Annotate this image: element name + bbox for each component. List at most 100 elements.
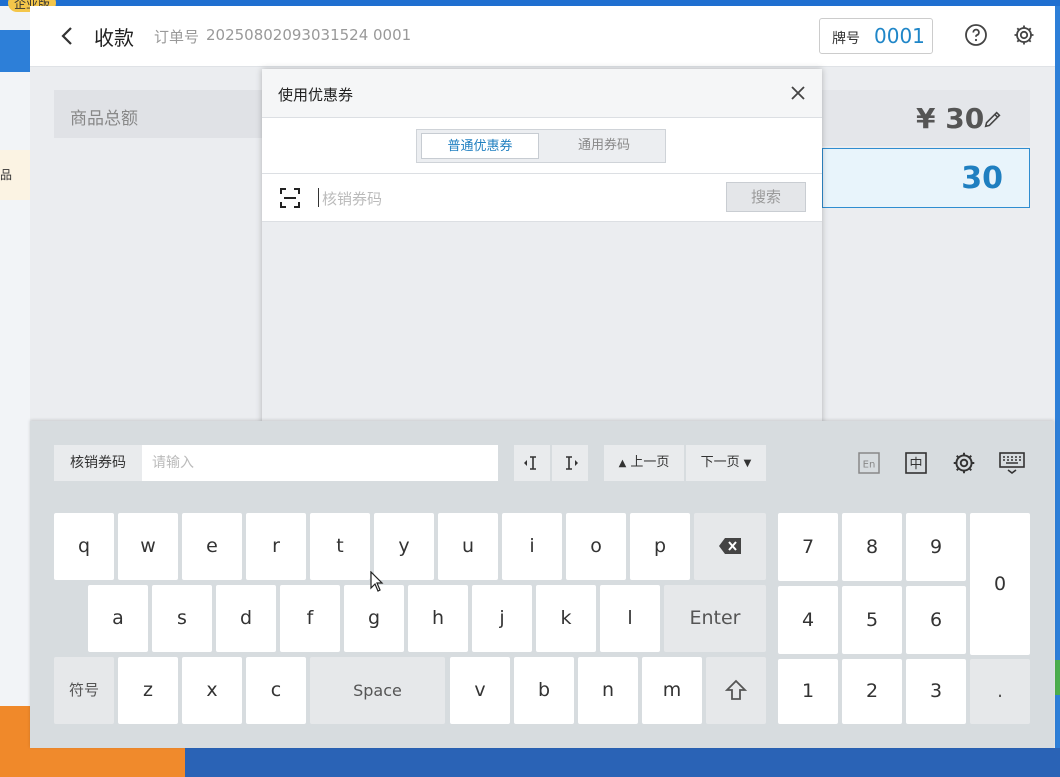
chinese-mode-icon[interactable]: 中 — [903, 450, 929, 476]
cursor-right-button[interactable] — [552, 445, 588, 481]
key-n-label: n — [601, 679, 615, 701]
coupon-tabs: 普通优惠券 通用券码 — [416, 129, 666, 163]
search-button[interactable]: 搜索 — [726, 182, 806, 212]
key-z[interactable]: z — [118, 657, 178, 724]
tab-general-code[interactable]: 通用券码 — [545, 133, 663, 159]
english-mode-icon[interactable]: En — [856, 450, 882, 476]
key-m[interactable]: m — [642, 657, 702, 724]
numpad-key-8[interactable]: 8 — [842, 513, 902, 581]
key-k-label: k — [560, 607, 572, 629]
key-e[interactable]: e — [182, 513, 242, 580]
key-f[interactable]: f — [280, 585, 340, 652]
key-s[interactable]: s — [152, 585, 212, 652]
key-x[interactable]: x — [182, 657, 242, 724]
background-left-orange — [0, 706, 30, 777]
key-l-label: l — [627, 607, 633, 629]
cursor-right-icon — [566, 456, 578, 470]
key-r-label: r — [272, 535, 280, 557]
key-l[interactable]: l — [600, 585, 660, 652]
help-icon[interactable] — [964, 23, 988, 47]
back-icon[interactable] — [56, 24, 80, 48]
key-y[interactable]: y — [374, 513, 434, 580]
numpad-key-2-label: 2 — [865, 680, 879, 702]
background-left-item: 品 — [0, 150, 30, 200]
numpad-key-0[interactable]: 0 — [970, 513, 1030, 655]
key-k[interactable]: k — [536, 585, 596, 652]
key-q-label: q — [77, 535, 91, 557]
triangle-up-icon: ▲ — [618, 458, 627, 469]
coupon-code-input[interactable] — [320, 184, 704, 213]
key-r[interactable]: r — [246, 513, 306, 580]
numpad-key-2[interactable]: 2 — [842, 659, 902, 724]
mouse-cursor-icon — [370, 571, 384, 592]
key-i[interactable]: i — [502, 513, 562, 580]
key-p[interactable]: p — [630, 513, 690, 580]
shift-icon — [724, 679, 748, 700]
keyboard-settings-icon[interactable] — [951, 450, 977, 476]
key-w-label: w — [140, 535, 156, 557]
key-u[interactable]: u — [438, 513, 498, 580]
prev-page-button[interactable]: ▲ 上一页 — [604, 445, 684, 481]
cursor-left-button[interactable] — [514, 445, 550, 481]
coupon-search-row: 搜索 — [262, 174, 822, 222]
numpad-key-1[interactable]: 1 — [778, 659, 838, 724]
key-g-label: g — [367, 607, 381, 629]
edit-icon[interactable] — [982, 108, 1004, 130]
enter-key[interactable]: Enter — [664, 585, 766, 652]
key-v[interactable]: v — [450, 657, 510, 724]
tab-normal-coupon[interactable]: 普通优惠券 — [421, 133, 539, 159]
key-j[interactable]: j — [472, 585, 532, 652]
received-amount-input[interactable]: 30 — [822, 148, 1030, 208]
numpad-key-4[interactable]: 4 — [778, 586, 838, 654]
key-p-label: p — [653, 535, 667, 557]
gear-icon[interactable] — [1012, 23, 1036, 47]
close-icon[interactable] — [788, 83, 808, 103]
key-o[interactable]: o — [566, 513, 626, 580]
key-d[interactable]: d — [216, 585, 276, 652]
tag-number-box[interactable]: 牌号 0001 — [819, 18, 933, 54]
background-bottom-orange — [30, 748, 185, 777]
numpad-key-6-label: 6 — [929, 609, 943, 631]
key-m-label: m — [662, 679, 682, 701]
key-a[interactable]: a — [88, 585, 148, 652]
numpad-key-9[interactable]: 9 — [906, 513, 966, 581]
numpad-key-3-label: 3 — [929, 680, 943, 702]
numpad-key-7-label: 7 — [801, 536, 815, 558]
key-o-label: o — [590, 535, 602, 557]
virtual-keyboard: 核销券码 ▲上一页 下一页▼ En 中 q w e r t y u i o p a s d f g h j k l E… — [30, 421, 1054, 748]
symbols-key[interactable]: 符号 — [54, 657, 114, 724]
key-n[interactable]: n — [578, 657, 638, 724]
symbols-key-label: 符号 — [68, 681, 99, 699]
key-t[interactable]: t — [310, 513, 370, 580]
next-page-button[interactable]: 下一页 ▼ — [686, 445, 766, 481]
numpad-key-9-label: 9 — [929, 536, 943, 558]
key-b[interactable]: b — [514, 657, 574, 724]
key-c[interactable]: c — [246, 657, 306, 724]
scan-icon[interactable] — [278, 186, 302, 210]
numpad-key-dot-label: . — [996, 680, 1004, 702]
key-q[interactable]: q — [54, 513, 114, 580]
key-h[interactable]: h — [408, 585, 468, 652]
numpad-key-3[interactable]: 3 — [906, 659, 966, 724]
backspace-key[interactable] — [694, 513, 766, 580]
keyboard-field-input[interactable] — [142, 445, 498, 481]
key-g[interactable]: g — [344, 585, 404, 652]
hide-keyboard-icon[interactable] — [998, 450, 1026, 476]
key-v-label: v — [474, 679, 486, 701]
key-y-label: y — [398, 535, 410, 557]
amount-card: ¥ 30 — [822, 90, 1030, 146]
svg-text:中: 中 — [909, 457, 922, 472]
background-left-strip — [0, 6, 30, 706]
numpad-key-7[interactable]: 7 — [778, 513, 838, 581]
goods-total-card: 商品总额 — [54, 90, 264, 138]
numpad-key-6[interactable]: 6 — [906, 586, 966, 654]
order-number: 20250802093031524 0001 — [206, 26, 412, 44]
numpad-key-dot[interactable]: . — [970, 659, 1030, 724]
space-key-label: Space — [353, 681, 402, 700]
coupon-tabs-row: 普通优惠券 通用券码 — [262, 118, 822, 174]
key-e-label: e — [206, 535, 218, 557]
numpad-key-5[interactable]: 5 — [842, 586, 902, 654]
shift-key[interactable] — [706, 657, 766, 724]
space-key[interactable]: Space — [310, 657, 445, 724]
key-w[interactable]: w — [118, 513, 178, 580]
